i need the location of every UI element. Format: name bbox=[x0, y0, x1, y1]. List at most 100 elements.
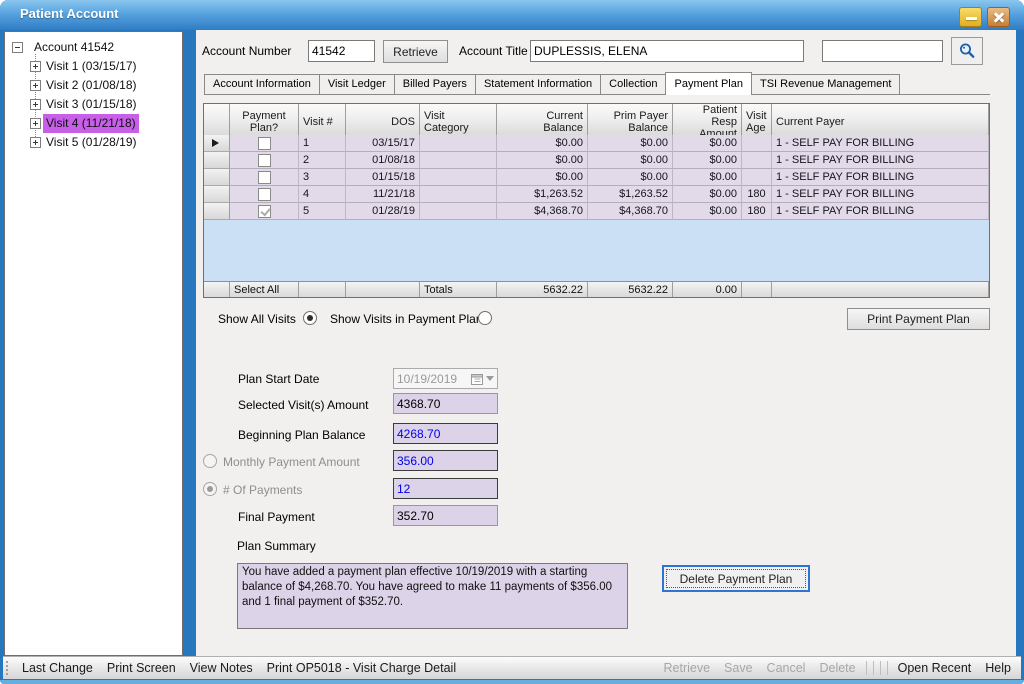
patient-resp-amount-cell[interactable]: $0.00 bbox=[673, 186, 742, 203]
num-payments-field[interactable] bbox=[393, 478, 498, 499]
visit-category-cell[interactable] bbox=[420, 135, 497, 152]
payment-plan-cell[interactable] bbox=[230, 186, 299, 203]
prim-payer-balance-cell[interactable]: $0.00 bbox=[588, 135, 673, 152]
dos-cell[interactable]: 01/08/18 bbox=[346, 152, 420, 169]
account-number-input[interactable] bbox=[308, 40, 375, 62]
tree-root-label: Account 41542 bbox=[34, 38, 114, 57]
payment-plan-checkbox[interactable] bbox=[258, 188, 271, 201]
tab-collection[interactable]: Collection bbox=[600, 74, 666, 94]
row-selector[interactable] bbox=[204, 169, 230, 186]
dos-cell[interactable]: 11/21/18 bbox=[346, 186, 420, 203]
visit-cell[interactable]: 1 bbox=[299, 135, 346, 152]
payment-plan-cell[interactable] bbox=[230, 135, 299, 152]
print-payment-plan-button[interactable]: Print Payment Plan bbox=[847, 308, 990, 330]
prim-payer-balance-cell[interactable]: $0.00 bbox=[588, 169, 673, 186]
row-selector[interactable] bbox=[204, 203, 230, 220]
row-selector[interactable] bbox=[204, 186, 230, 203]
row-selector[interactable] bbox=[204, 152, 230, 169]
visit-age-cell[interactable] bbox=[742, 135, 772, 152]
visit-age-cell[interactable]: 180 bbox=[742, 203, 772, 220]
prim-payer-balance-cell[interactable]: $1,263.52 bbox=[588, 186, 673, 203]
current-balance-cell[interactable]: $0.00 bbox=[497, 152, 588, 169]
statusbar-last-change[interactable]: Last Change bbox=[15, 661, 100, 675]
statusbar-print-screen[interactable]: Print Screen bbox=[100, 661, 183, 675]
current-payer-cell[interactable]: 1 - SELF PAY FOR BILLING bbox=[772, 135, 989, 152]
payment-plan-cell[interactable] bbox=[230, 169, 299, 186]
visit-category-cell[interactable] bbox=[420, 169, 497, 186]
prim-payer-balance-cell[interactable]: $4,368.70 bbox=[588, 203, 673, 220]
current-payer-cell[interactable]: 1 - SELF PAY FOR BILLING bbox=[772, 152, 989, 169]
visit-age-cell[interactable] bbox=[742, 169, 772, 186]
expand-icon[interactable] bbox=[30, 118, 41, 129]
visit-category-cell[interactable] bbox=[420, 152, 497, 169]
plan-summary-label: Plan Summary bbox=[237, 539, 316, 553]
select-all-button[interactable]: Select All bbox=[230, 281, 299, 297]
visit-cell[interactable]: 5 bbox=[299, 203, 346, 220]
beginning-plan-balance-field[interactable] bbox=[393, 423, 498, 444]
expand-icon[interactable] bbox=[30, 61, 41, 72]
statusbar-open-recent[interactable]: Open Recent bbox=[891, 661, 979, 675]
search-input[interactable] bbox=[822, 40, 943, 62]
visit-cell[interactable]: 2 bbox=[299, 152, 346, 169]
prim-payer-balance-cell[interactable]: $0.00 bbox=[588, 152, 673, 169]
patient-resp-amount-cell[interactable]: $0.00 bbox=[673, 169, 742, 186]
payment-plan-checkbox[interactable] bbox=[258, 154, 271, 167]
dos-cell[interactable]: 01/15/18 bbox=[346, 169, 420, 186]
show-visits-in-plan-radio[interactable] bbox=[478, 311, 492, 325]
footer-blank-cell bbox=[346, 281, 420, 297]
statusbar-view-notes[interactable]: View Notes bbox=[183, 661, 260, 675]
payment-plan-checkbox[interactable] bbox=[258, 137, 271, 150]
totals-label: Totals bbox=[420, 281, 497, 297]
visit-age-cell[interactable] bbox=[742, 152, 772, 169]
statusbar-help[interactable]: Help bbox=[978, 661, 1021, 675]
payment-plan-checkbox-checked[interactable] bbox=[258, 205, 271, 218]
visit-category-cell[interactable] bbox=[420, 186, 497, 203]
separator bbox=[887, 661, 888, 675]
search-button[interactable] bbox=[951, 37, 983, 65]
current-payer-cell[interactable]: 1 - SELF PAY FOR BILLING bbox=[772, 203, 989, 220]
retrieve-button[interactable]: Retrieve bbox=[383, 40, 448, 63]
final-payment-label: Final Payment bbox=[238, 510, 315, 524]
visit-category-cell[interactable] bbox=[420, 203, 497, 220]
dos-cell[interactable]: 03/15/17 bbox=[346, 135, 420, 152]
visits-grid: Payment Plan? Visit # DOS Visit Category… bbox=[203, 103, 990, 298]
payment-plan-checkbox[interactable] bbox=[258, 171, 271, 184]
row-selector[interactable] bbox=[204, 135, 230, 152]
statusbar-save-disabled: Save bbox=[717, 661, 760, 675]
plan-start-date-label: Plan Start Date bbox=[238, 372, 319, 386]
close-button[interactable] bbox=[987, 7, 1010, 27]
current-balance-cell[interactable]: $4,368.70 bbox=[497, 203, 588, 220]
current-balance-cell[interactable]: $0.00 bbox=[497, 135, 588, 152]
tab-tsi-revenue-management[interactable]: TSI Revenue Management bbox=[751, 74, 900, 94]
payment-plan-cell[interactable] bbox=[230, 152, 299, 169]
payment-plan-cell[interactable] bbox=[230, 203, 299, 220]
tab-payment-plan[interactable]: Payment Plan bbox=[665, 72, 751, 95]
tab-account-information[interactable]: Account Information bbox=[204, 74, 320, 94]
tab-billed-payers[interactable]: Billed Payers bbox=[394, 74, 476, 94]
selected-visits-amount-label: Selected Visit(s) Amount bbox=[238, 398, 369, 412]
patient-resp-amount-cell[interactable]: $0.00 bbox=[673, 203, 742, 220]
show-all-visits-radio[interactable] bbox=[303, 311, 317, 325]
monthly-payment-field[interactable] bbox=[393, 450, 498, 471]
delete-payment-plan-button[interactable]: Delete Payment Plan bbox=[662, 565, 810, 592]
collapse-icon[interactable] bbox=[12, 42, 23, 53]
visit-cell[interactable]: 3 bbox=[299, 169, 346, 186]
expand-icon[interactable] bbox=[30, 80, 41, 91]
current-balance-cell[interactable]: $1,263.52 bbox=[497, 186, 588, 203]
visit-cell[interactable]: 4 bbox=[299, 186, 346, 203]
selected-visits-amount-field bbox=[393, 393, 498, 414]
tab-visit-ledger[interactable]: Visit Ledger bbox=[319, 74, 395, 94]
patient-resp-amount-cell[interactable]: $0.00 bbox=[673, 135, 742, 152]
current-balance-cell[interactable]: $0.00 bbox=[497, 169, 588, 186]
expand-icon[interactable] bbox=[30, 137, 41, 148]
current-payer-cell[interactable]: 1 - SELF PAY FOR BILLING bbox=[772, 186, 989, 203]
current-payer-cell[interactable]: 1 - SELF PAY FOR BILLING bbox=[772, 169, 989, 186]
expand-icon[interactable] bbox=[30, 99, 41, 110]
statusbar-print-op5018[interactable]: Print OP5018 - Visit Charge Detail bbox=[260, 661, 463, 675]
minimize-button[interactable] bbox=[959, 7, 982, 27]
visit-age-cell[interactable]: 180 bbox=[742, 186, 772, 203]
patient-resp-amount-cell[interactable]: $0.00 bbox=[673, 152, 742, 169]
account-title-input[interactable] bbox=[530, 40, 804, 62]
tab-statement-information[interactable]: Statement Information bbox=[475, 74, 601, 94]
dos-cell[interactable]: 01/28/19 bbox=[346, 203, 420, 220]
